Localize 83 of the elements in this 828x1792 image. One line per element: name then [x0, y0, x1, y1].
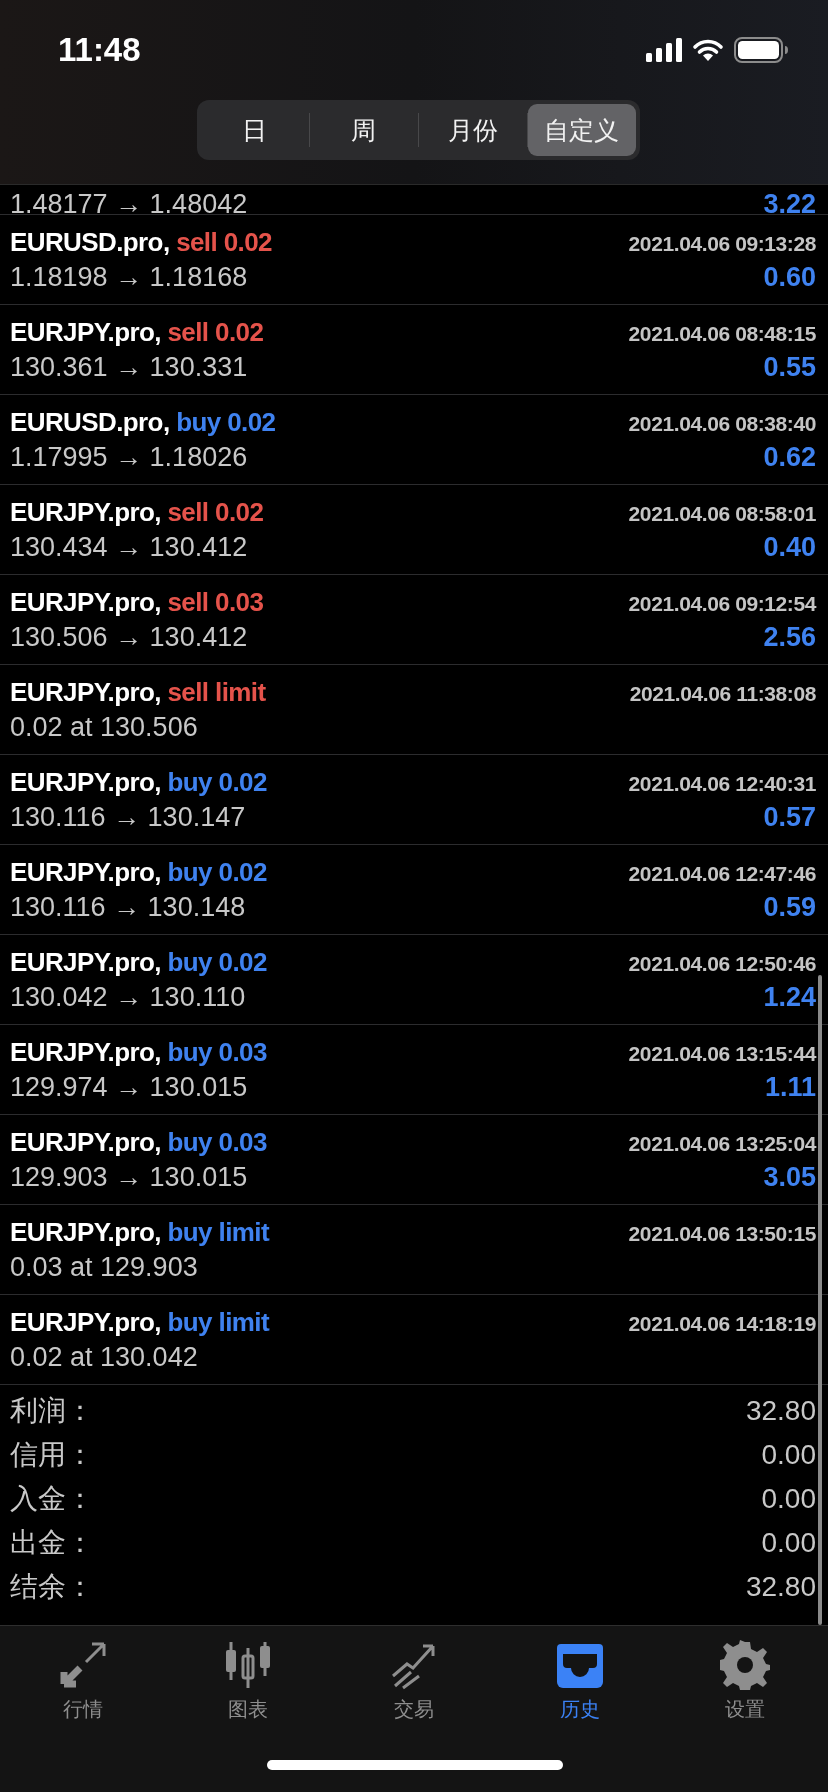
deal-title: EURJPY.pro, sell 0.03 [10, 586, 264, 618]
summary-value: 0.00 [761, 1527, 816, 1559]
price-range: 129.903 → 130.015 [10, 1161, 248, 1193]
deal-title: EURJPY.pro, buy 0.02 [10, 946, 267, 978]
profit-value: 0.55 [763, 351, 816, 383]
summary-label: 出金： [10, 1526, 94, 1560]
deal-time: 2021.04.06 08:58:01 [628, 501, 816, 526]
deal-title: EURJPY.pro, sell 0.02 [10, 316, 264, 348]
deal-row[interactable]: EURJPY.pro, sell limit 2021.04.06 11:38:08 0.02 at 130.506 [0, 665, 828, 755]
deal-time: 2021.04.06 12:47:46 [628, 861, 816, 886]
profit-value: 1.11 [764, 1071, 816, 1103]
price-range: 1.18198 → 1.18168 [10, 261, 248, 293]
price-range: 0.02 at 130.042 [10, 1341, 198, 1373]
price-range: 0.03 at 129.903 [10, 1251, 198, 1283]
deal-title: EURJPY.pro, buy limit [10, 1306, 269, 1338]
deal-row[interactable]: EURJPY.pro, buy 0.02 2021.04.06 12:47:46 130.116 → 130.148 0.59 [0, 845, 828, 935]
price-range: 130.116 → 130.147 [10, 801, 246, 833]
deal-time: 2021.04.06 13:15:44 [628, 1041, 816, 1066]
deal-title: EURJPY.pro, buy 0.03 [10, 1126, 267, 1158]
period-tab[interactable]: 自定义 [527, 104, 636, 156]
period-tab[interactable]: 月份 [418, 104, 527, 156]
tab-bar-item[interactable]: 历史 [496, 1640, 663, 1723]
deal-title: EURUSD.pro, buy 0.02 [10, 406, 276, 438]
deal-time: 2021.04.06 08:38:40 [628, 411, 816, 436]
deal-title: EURJPY.pro, buy 0.02 [10, 856, 267, 888]
deal-time: 2021.04.06 09:13:28 [628, 231, 816, 256]
summary-label: 信用： [10, 1438, 94, 1472]
price-range: 0.02 at 130.506 [10, 711, 198, 743]
tab-bar-item[interactable]: 设置 [662, 1640, 828, 1723]
deal-row[interactable]: EURJPY.pro, sell 0.02 2021.04.06 08:58:01 130.434 → 130.412 0.40 [0, 485, 828, 575]
profit-value: 3.22 [763, 189, 816, 214]
deal-time: 2021.04.06 13:25:04 [628, 1131, 816, 1156]
price-range: 1.48177 → 1.48042 [10, 189, 248, 214]
deal-row[interactable]: EURJPY.pro, sell 0.03 2021.04.06 09:12:54 130.506 → 130.412 2.56 [0, 575, 828, 665]
deal-time: 2021.04.06 14:18:19 [628, 1311, 816, 1336]
deal-row[interactable]: EURJPY.pro, buy 0.02 2021.04.06 12:40:31 130.116 → 130.147 0.57 [0, 755, 828, 845]
deal-time: 2021.04.06 09:12:54 [628, 591, 816, 616]
deal-title: EURJPY.pro, buy 0.02 [10, 766, 267, 798]
price-range: 130.116 → 130.148 [10, 891, 246, 923]
tab-bar-item[interactable]: 图表 [165, 1640, 332, 1723]
summary-value: 0.00 [761, 1483, 816, 1515]
profit-value: 1.24 [763, 981, 816, 1013]
summary-value: 32.80 [745, 1395, 816, 1427]
price-range: 130.361 → 130.331 [10, 351, 248, 383]
summary-label: 入金： [10, 1482, 94, 1516]
status-time: 11:48 [58, 31, 141, 69]
battery-icon [734, 37, 788, 63]
deal-row[interactable]: EURJPY.pro, sell 0.02 2021.04.06 08:48:15 130.361 → 130.331 0.55 [0, 305, 828, 395]
period-tab[interactable]: 周 [309, 104, 418, 156]
deal-time: 2021.04.06 13:50:15 [628, 1221, 816, 1246]
price-range: 129.974 → 130.015 [10, 1071, 248, 1103]
wifi-icon [692, 38, 724, 62]
deal-title: EURJPY.pro, sell limit [10, 676, 266, 708]
gear-icon [720, 1640, 771, 1690]
summary-value: 32.80 [745, 1571, 816, 1603]
deal-title: EURJPY.pro, buy limit [10, 1216, 269, 1248]
period-tab[interactable]: 日 [200, 104, 309, 156]
deal-time: 2021.04.06 11:38:08 [629, 681, 816, 706]
tab-bar-item[interactable]: 行情 [0, 1640, 166, 1723]
deal-time: 2021.04.06 12:40:31 [628, 771, 816, 796]
profit-value: 3.05 [763, 1161, 816, 1193]
tab-bar-item[interactable]: 交易 [331, 1640, 497, 1723]
price-range: 130.434 → 130.412 [10, 531, 248, 563]
profit-value: 2.56 [763, 621, 816, 653]
profit-value: 0.60 [763, 261, 816, 293]
summary-label: 结余： [10, 1570, 94, 1604]
deal-title: EURJPY.pro, sell 0.02 [10, 496, 264, 528]
deal-title: EURUSD.pro, sell 0.02 [10, 226, 272, 258]
profit-value: 0.62 [763, 441, 816, 473]
price-range: 130.506 → 130.412 [10, 621, 248, 653]
profit-value: 0.40 [763, 531, 816, 563]
signal-icon [646, 38, 682, 62]
profit-value: 0.57 [763, 801, 816, 833]
deal-row[interactable]: EURUSD.pro, sell 0.02 2021.04.06 09:13:28 1.18198 → 1.18168 0.60 [0, 215, 828, 305]
deal-time: 2021.04.06 08:48:15 [628, 321, 816, 346]
profit-value: 0.59 [763, 891, 816, 923]
summary-value: 0.00 [761, 1439, 816, 1471]
summary-label: 利润： [10, 1394, 94, 1428]
deal-row[interactable]: EURUSD.pro, buy 0.02 2021.04.06 08:38:40 1.17995 → 1.18026 0.62 [0, 395, 828, 485]
deal-time: 2021.04.06 12:50:46 [628, 951, 816, 976]
deal-title: EURJPY.pro, buy 0.03 [10, 1036, 267, 1068]
price-range: 130.042 → 130.110 [10, 981, 246, 1013]
price-range: 1.17995 → 1.18026 [10, 441, 248, 473]
